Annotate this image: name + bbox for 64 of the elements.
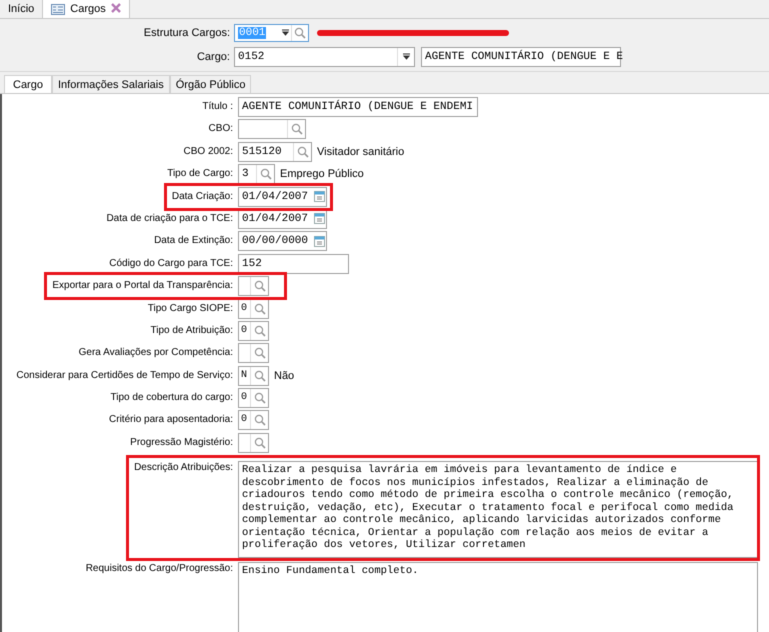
field-description: Visitador sanitário [317, 144, 404, 160]
lookup-field[interactable] [238, 432, 269, 453]
search-icon[interactable] [294, 27, 306, 39]
lookup-field[interactable]: 515120 [238, 142, 312, 162]
field-label: Código do Cargo para TCE: [108, 256, 233, 271]
cargo-description-field[interactable]: AGENTE COMUNITÁRIO (DENGUE E E [421, 47, 621, 67]
form-tab[interactable]: Informações Salariais [52, 75, 170, 93]
field-description: Emprego Público [280, 167, 364, 182]
field-label: Data de Extinção: [153, 234, 233, 248]
search-icon[interactable] [254, 392, 266, 404]
lookup-field[interactable]: 0 [238, 410, 269, 430]
field-label: CBO 2002: [182, 144, 233, 159]
search-icon[interactable] [260, 168, 272, 180]
calendar-icon[interactable] [314, 236, 324, 247]
field-label: Descrição Atribuições: [133, 461, 233, 476]
field-label: Data Criação: [170, 190, 233, 204]
search-icon[interactable] [254, 280, 266, 292]
field-label: Tipo de Cargo: [166, 167, 233, 182]
field-label: Tipo Cargo SIOPE: [146, 302, 233, 316]
search-icon[interactable] [254, 302, 266, 315]
field-label: Requisitos do Cargo/Progressão: [84, 562, 233, 576]
lookup-field[interactable]: 0 [238, 388, 269, 408]
form-tab[interactable]: Órgão Público [170, 75, 252, 93]
text-field[interactable]: AGENTE COMUNITÁRIO (DENGUE E ENDEMI [238, 97, 478, 117]
lookup-field[interactable] [238, 276, 269, 296]
field-label: Data de criação para o TCE: [105, 212, 233, 226]
field-label: Estrutura Cargos: [142, 27, 230, 39]
date-field[interactable]: 01/04/2007 [238, 186, 327, 207]
field-label: Exportar para o Portal da Transparência: [51, 279, 233, 294]
cargo-dropdown[interactable]: 0152 [234, 47, 415, 67]
dropdown-icon[interactable] [402, 53, 410, 61]
field-label: Tipo de Atribuição: [150, 324, 233, 338]
calendar-icon[interactable] [314, 191, 324, 202]
lookup-field[interactable] [238, 343, 269, 364]
field-label: Gera Avaliações por Competência: [78, 346, 233, 360]
lookup-field[interactable]: 0 [238, 320, 269, 341]
search-icon[interactable] [296, 146, 308, 158]
field-label: Critério para aposentadoria: [108, 413, 233, 428]
date-field[interactable]: 00/00/0000 [238, 231, 327, 252]
field-description: Não [274, 368, 294, 384]
lookup-field[interactable] [238, 119, 306, 140]
dropdown-icon[interactable] [282, 29, 288, 37]
search-icon[interactable] [254, 414, 266, 426]
field-label: Considerar para Certidões de Tempo de Serviço: [15, 368, 233, 383]
calendar-icon[interactable] [314, 213, 324, 224]
form-tab[interactable]: Cargo [4, 75, 52, 93]
search-icon[interactable] [254, 436, 266, 449]
search-icon[interactable] [254, 370, 266, 382]
field-label: Tipo de cobertura do cargo: [110, 391, 233, 406]
search-icon[interactable] [290, 123, 302, 136]
field-label: Cargo: [196, 51, 230, 63]
search-icon[interactable] [254, 347, 266, 360]
field-label: CBO: [208, 122, 233, 136]
text-field[interactable]: 152 [238, 254, 349, 274]
text-area[interactable]: Realizar a pesquisa lavrária em imóveis para levantamento de índice e descobrimento de focos nos municípios infestados, Realizar a eliminação de criadouros tendo como método de primeira escolha o controle mecânico (remoção, destruição, vedação, etc), Executar o tratamento focal e perifocal como medida complementar ao controle mecânico, aplicando larvicidas autorizados conforme orientação técnica, Orientar a população com relação aos meios de evitar a proliferação dos vetores, Utilizar corretamen [238, 461, 758, 558]
text-area[interactable]: Ensino Fundamental completo. [238, 562, 758, 632]
field-label: Título : [201, 100, 233, 114]
field-label: Progressão Magistério: [129, 436, 233, 450]
lookup-field[interactable]: 3 [238, 164, 275, 184]
search-icon[interactable] [254, 324, 266, 337]
form-icon [51, 4, 66, 14]
lookup-field[interactable]: N [238, 366, 269, 386]
lookup-field[interactable]: 0 [238, 298, 269, 319]
document-tab[interactable]: Cargos [43, 0, 130, 18]
